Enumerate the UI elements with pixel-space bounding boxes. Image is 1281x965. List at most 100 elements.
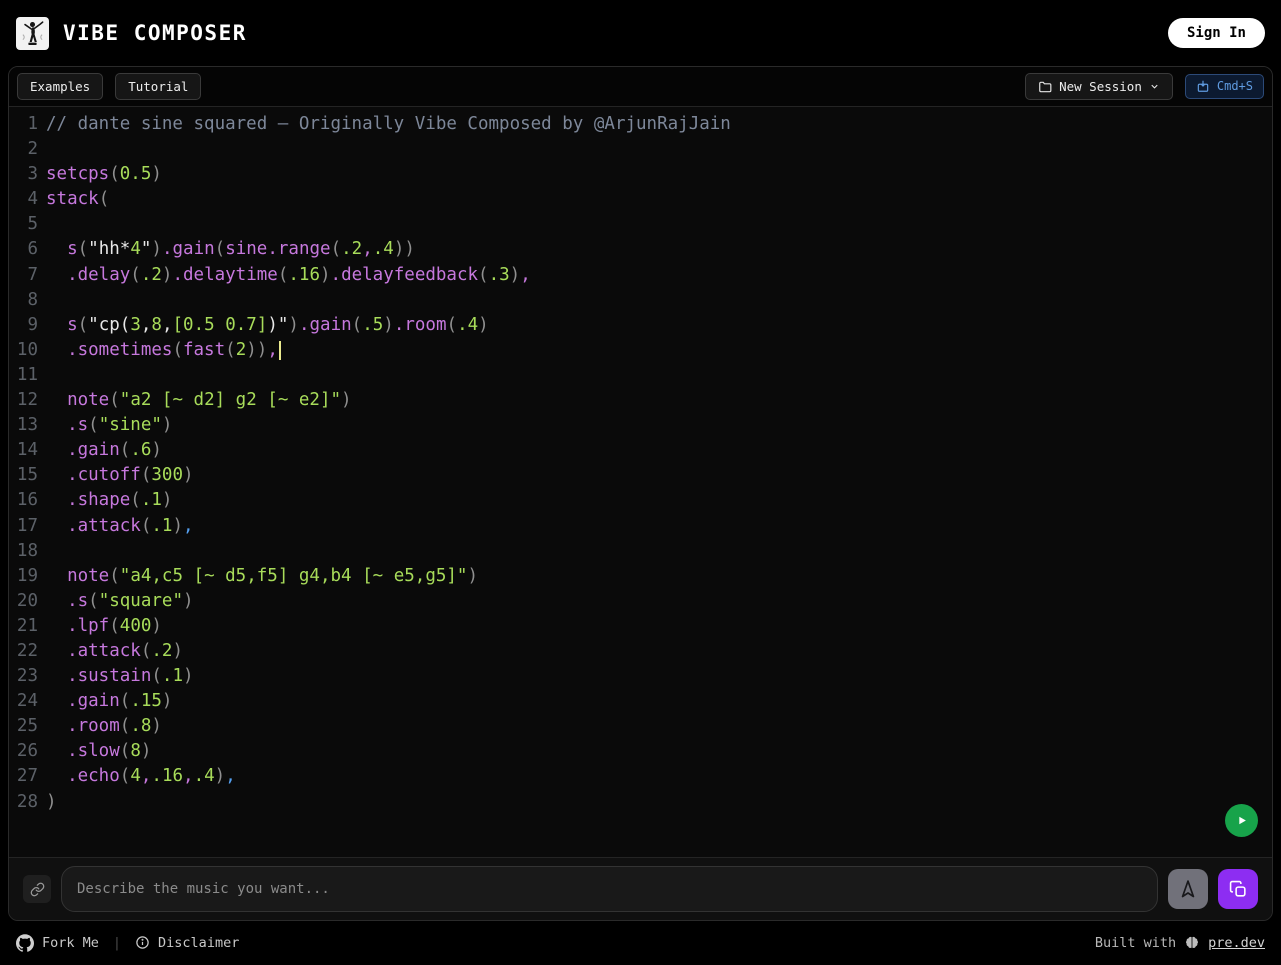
code-line[interactable]: 1 // dante sine squared – Originally Vibe… — [9, 112, 1272, 137]
code-token: ( — [225, 339, 236, 360]
line-number: 13 — [16, 415, 38, 436]
code-line[interactable]: 21 .lpf(400) — [9, 614, 1272, 639]
code-token: ) — [467, 565, 479, 586]
code-token: , — [161, 314, 173, 335]
code-token: setcps — [46, 164, 110, 185]
code-line[interactable]: 3 setcps(0.5) — [9, 162, 1272, 187]
code-token: "square" — [98, 590, 183, 611]
code-text: .sustain(.1) — [38, 664, 193, 689]
code-line[interactable]: 26 .slow(8) — [9, 739, 1272, 764]
code-line[interactable]: 13 .s("sine") — [9, 413, 1272, 438]
code-line[interactable]: 25 .room(.8) — [9, 714, 1272, 739]
code-token: )) — [393, 239, 415, 260]
code-line[interactable]: 24 .gain(.15) — [9, 689, 1272, 714]
line-number: 18 — [16, 540, 38, 561]
github-icon — [16, 933, 34, 952]
code-text: s("cp(3,8,[0.5 0.7])").gain(.5).room(.4) — [38, 313, 489, 338]
code-line[interactable]: 15 .cutoff(300) — [9, 463, 1272, 488]
code-token: .1 — [161, 666, 183, 687]
code-text: .slow(8) — [38, 739, 151, 764]
line-number: 19 — [16, 565, 38, 586]
generate-button[interactable] — [1218, 869, 1258, 909]
code-token: ) — [161, 264, 173, 285]
code-token: ( — [140, 465, 152, 486]
code-token: ( — [98, 189, 110, 210]
save-button[interactable]: Cmd+S — [1184, 74, 1264, 99]
disclaimer-link[interactable]: Disclaimer — [135, 935, 239, 951]
sign-in-button[interactable]: Sign In — [1167, 18, 1265, 48]
brand: VIBE COMPOSER — [16, 16, 247, 50]
code-token: .6 — [130, 440, 152, 461]
code-line[interactable]: 9 s("cp(3,8,[0.5 0.7])").gain(.5).room(.… — [9, 313, 1272, 338]
footer-right: Built with pre.dev — [1095, 935, 1265, 951]
code-line[interactable]: 20 .s("square") — [9, 589, 1272, 614]
code-line[interactable]: 6 s("hh*4").gain(sine.range(.2,.4)) — [9, 237, 1272, 262]
code-line[interactable]: 19 note("a4,c5 [~ d5,f5] g4,b4 [~ e5,g5]… — [9, 564, 1272, 589]
code-line[interactable]: 17 .attack(.1), — [9, 514, 1272, 539]
code-line[interactable]: 10 .sometimes(fast(2)), — [9, 338, 1272, 363]
code-token: .5 — [362, 314, 384, 335]
code-token: .gain — [67, 691, 120, 712]
code-token: ( — [119, 691, 131, 712]
code-token: "hh* — [88, 239, 131, 260]
code-line[interactable]: 28) — [9, 790, 1272, 815]
app-header: VIBE COMPOSER Sign In — [0, 0, 1281, 66]
code-token: .room — [393, 314, 447, 335]
prompt-input[interactable] — [61, 866, 1158, 912]
info-icon — [136, 936, 149, 949]
code-token: ) — [161, 691, 173, 712]
tutorial-button[interactable]: Tutorial — [115, 72, 202, 101]
attach-link-button[interactable] — [23, 875, 51, 903]
code-line[interactable]: 27 .echo(4,.16,.4), — [9, 764, 1272, 789]
code-line[interactable]: 22 .attack(.2) — [9, 639, 1272, 664]
code-line[interactable]: 2 — [9, 137, 1272, 162]
code-text: stack( — [38, 187, 109, 212]
code-token: )" — [267, 314, 289, 335]
code-line[interactable]: 23 .sustain(.1) — [9, 664, 1272, 689]
send-button[interactable] — [1168, 869, 1208, 909]
code-token: note — [67, 565, 110, 586]
code-token: )) — [246, 339, 268, 360]
code-token: " — [140, 239, 152, 260]
code-token: 4 — [130, 766, 141, 787]
code-line[interactable]: 5 — [9, 212, 1272, 237]
code-line[interactable]: 4 stack( — [9, 187, 1272, 212]
code-token: .sustain — [67, 666, 152, 687]
play-button[interactable] — [1225, 804, 1258, 837]
fork-me-link[interactable]: Fork Me — [16, 933, 99, 952]
code-token: ( — [446, 314, 458, 335]
code-token: "a2 [~ d2] g2 [~ e2]" — [119, 390, 342, 411]
code-editor[interactable]: 1 // dante sine squared – Originally Vibe… — [9, 107, 1272, 857]
code-line[interactable]: 16 .shape(.1) — [9, 488, 1272, 513]
code-token: ) — [341, 390, 352, 411]
code-line[interactable]: 7 .delay(.2).delaytime(.16).delayfeedbac… — [9, 263, 1272, 288]
code-token: .gain — [67, 440, 120, 461]
code-line[interactable]: 14 .gain(.6) — [9, 438, 1272, 463]
code-token: // dante sine squared – Originally Vibe … — [46, 114, 731, 134]
code-line[interactable]: 8 — [9, 288, 1272, 313]
footer-divider: | — [112, 934, 122, 951]
code-token: 8 — [130, 741, 141, 762]
code-token: , — [183, 766, 194, 787]
code-token: .16 — [288, 264, 320, 285]
code-token: .s — [67, 590, 89, 611]
code-token: ( — [88, 415, 99, 436]
line-number: 7 — [27, 264, 38, 285]
code-text: .shape(.1) — [38, 488, 172, 513]
line-number: 15 — [16, 465, 38, 486]
code-line[interactable]: 11 — [9, 363, 1272, 388]
code-line[interactable]: 18 — [9, 539, 1272, 564]
prompt-bar — [9, 857, 1272, 920]
code-token: 0.5 — [119, 164, 152, 185]
line-number: 11 — [16, 364, 38, 385]
code-token: .gain — [298, 314, 352, 335]
new-session-button[interactable]: New Session — [1025, 72, 1173, 101]
line-number: 23 — [16, 666, 38, 687]
code-text: .lpf(400) — [38, 614, 162, 639]
code-text: note("a2 [~ d2] g2 [~ e2]") — [38, 388, 352, 413]
predev-link[interactable]: pre.dev — [1208, 935, 1265, 951]
examples-button[interactable]: Examples — [17, 72, 104, 101]
line-number: 9 — [27, 314, 38, 335]
code-line[interactable]: 12 note("a2 [~ d2] g2 [~ e2]") — [9, 388, 1272, 413]
